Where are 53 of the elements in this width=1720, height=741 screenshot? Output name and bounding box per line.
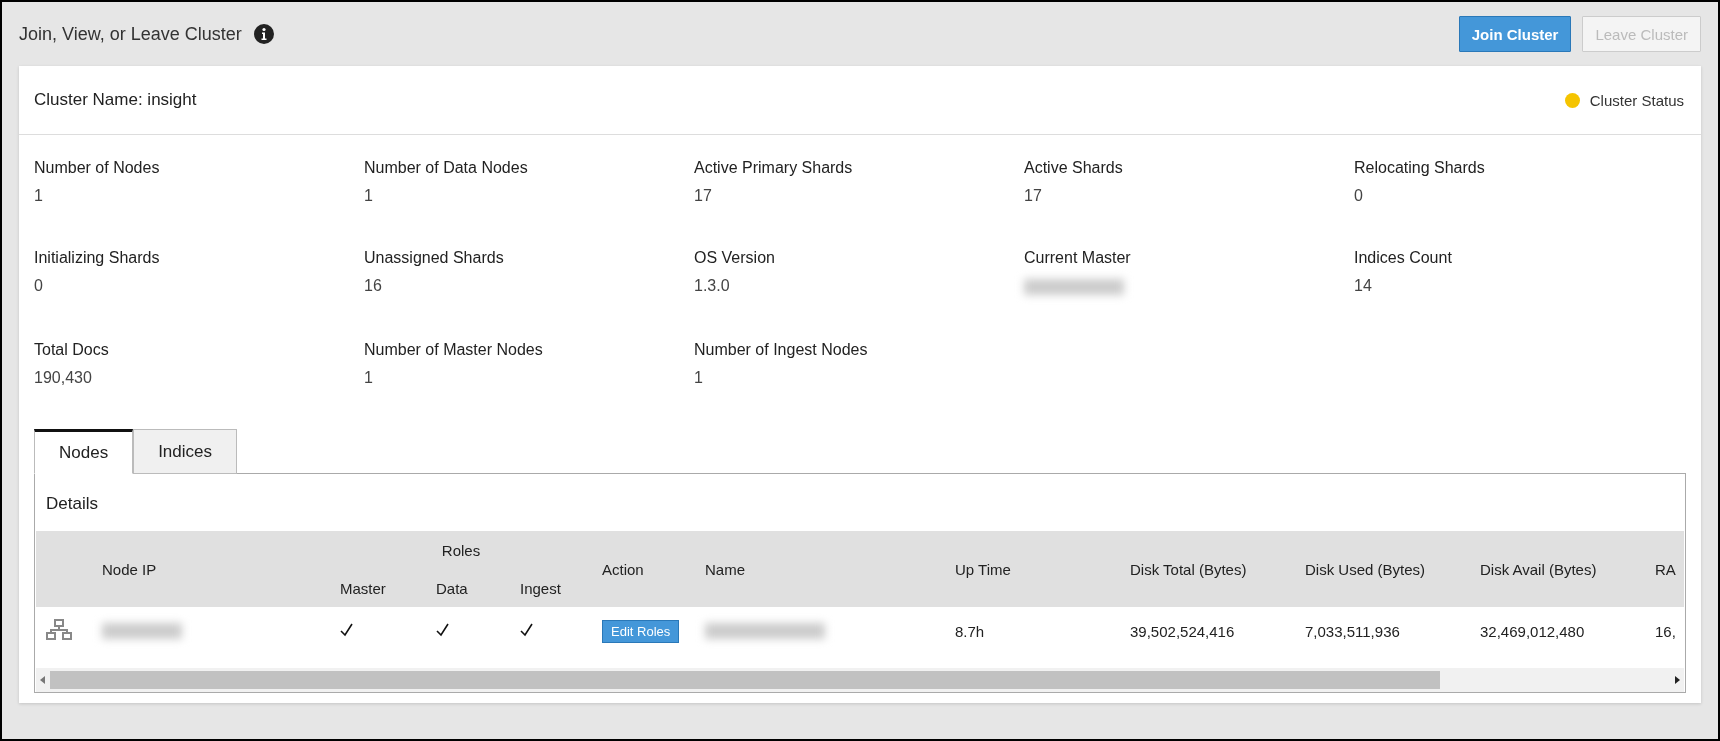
stat-label: Initializing Shards: [34, 249, 161, 267]
stat-value: 1: [364, 369, 373, 388]
stat-label: Active Primary Shards: [694, 159, 854, 177]
stat-label: Number of Master Nodes: [364, 341, 544, 359]
column-group-header: Roles: [330, 531, 592, 569]
tab[interactable]: Indices: [133, 429, 237, 474]
edit-roles-button[interactable]: Edit Roles: [602, 619, 680, 643]
tab[interactable]: Nodes: [34, 429, 134, 474]
stat-value: 1: [694, 369, 703, 388]
stat-label: Relocating Shards: [1354, 159, 1486, 177]
stat-label: OS Version: [694, 249, 776, 267]
stat-value: 16: [364, 277, 382, 296]
column-header: Action: [592, 531, 695, 607]
stat-value: 0: [34, 277, 43, 296]
stat-value: 190,430: [34, 369, 92, 388]
stat-label: Active Shards: [1024, 159, 1124, 177]
column-header: Disk Used (Bytes): [1295, 531, 1470, 607]
stat-value: 0: [1354, 187, 1363, 206]
stat-label: Indices Count: [1354, 249, 1453, 267]
stat-label: Unassigned Shards: [364, 249, 505, 267]
column-header: Ingest: [510, 569, 592, 607]
horizontal-scrollbar[interactable]: [36, 668, 1684, 692]
stat-label: Number of Nodes: [34, 159, 161, 177]
column-header: Name: [695, 531, 945, 607]
status-label: Cluster Status: [1589, 91, 1684, 109]
column-header: Data: [426, 569, 510, 607]
stat-value: 1: [34, 187, 43, 206]
table-cell: 32,469,012,480: [1470, 607, 1645, 655]
column-header: RA: [1645, 531, 1684, 607]
table-cell: 7,033,511,936: [1295, 607, 1470, 655]
section-title: Details: [45, 493, 99, 515]
info-icon[interactable]: [253, 24, 274, 44]
column-header: Up Time: [945, 531, 1120, 607]
stat-value: 17: [694, 187, 712, 206]
column-header: Disk Total (Bytes): [1120, 531, 1295, 607]
stat-label: Current Master: [1024, 249, 1132, 267]
column-header: Node IP: [92, 531, 330, 607]
stat-label: Number of Ingest Nodes: [694, 341, 869, 359]
join-button[interactable]: Join Cluster: [1458, 16, 1572, 52]
stat-label: Number of Data Nodes: [364, 159, 529, 177]
stat-value: 17: [1024, 187, 1042, 206]
page-title: Join, View, or Leave Cluster: [19, 23, 242, 45]
stat-value: 1.3.0: [694, 277, 730, 296]
stat-value: 1: [364, 187, 373, 206]
stat-label: Total Docs: [34, 341, 110, 359]
network-icon: [46, 618, 72, 641]
table-cell: 39,502,524,416: [1120, 607, 1295, 655]
table-cell: 8.7h: [945, 607, 1120, 655]
table-cell: 16,: [1645, 607, 1684, 655]
column-header: Disk Avail (Bytes): [1470, 531, 1645, 607]
stat-value: 14: [1354, 277, 1372, 296]
cluster-name: Cluster Name: insight: [34, 90, 197, 110]
column-header: Master: [330, 569, 426, 607]
